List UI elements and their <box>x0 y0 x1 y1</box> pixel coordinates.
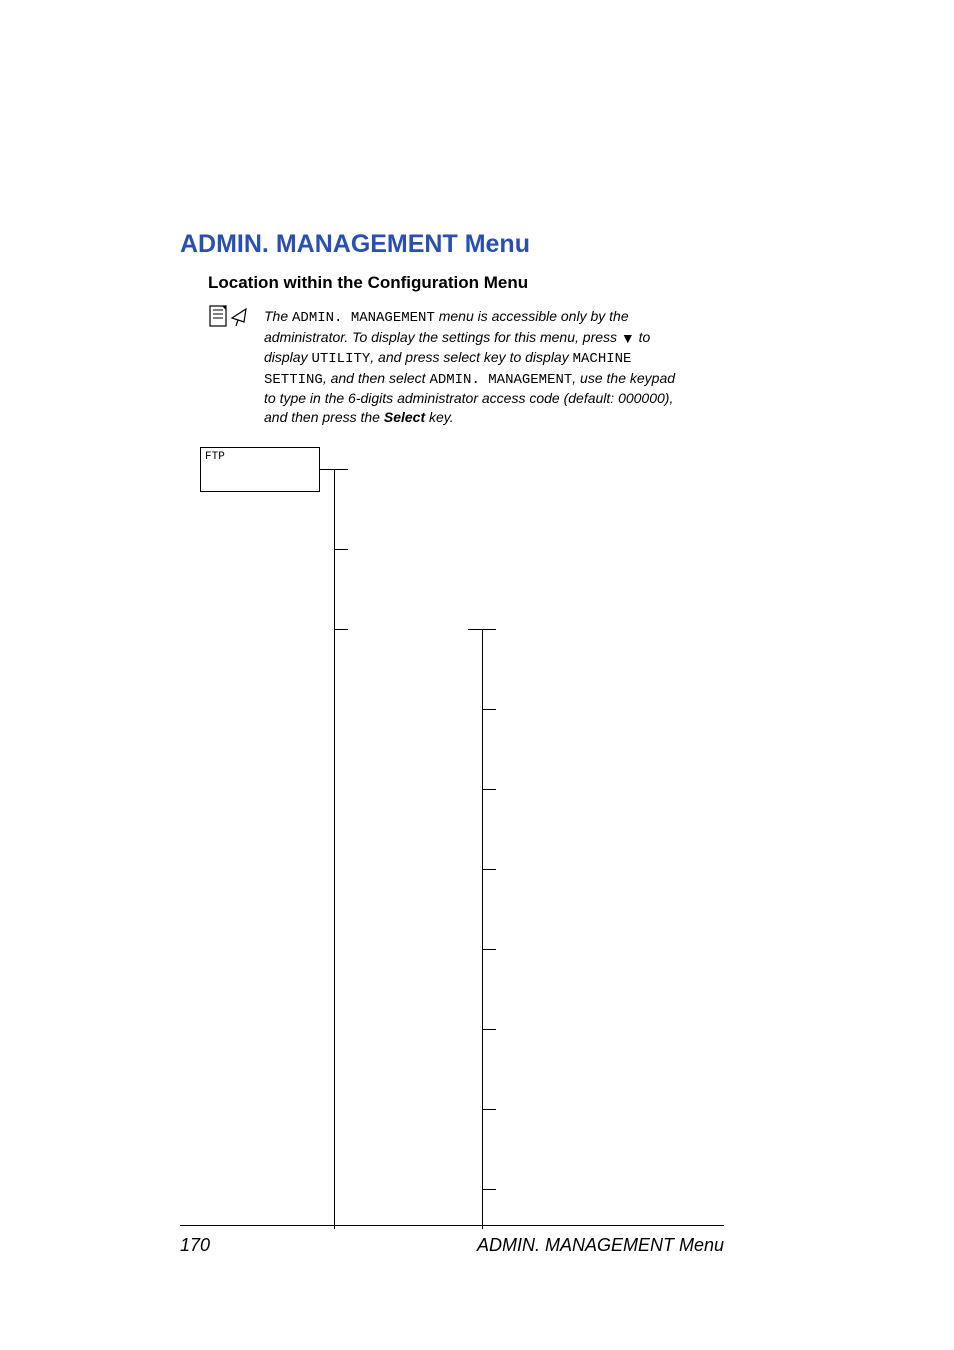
note-icon <box>208 304 248 333</box>
menu-tree-diagram: ADMIN. MANAGE-MENT ADMINISTRATOR NO. REM… <box>200 447 774 1257</box>
footer-rule <box>180 1225 724 1226</box>
down-arrow-icon: ▼ <box>621 329 635 348</box>
box-ftp: FTP <box>200 447 320 492</box>
page-title: ADMIN. MANAGEMENT Menu <box>180 230 774 259</box>
note-block: The ADMIN. MANAGEMENT menu is accessible… <box>208 307 774 427</box>
section-heading: Location within the Configuration Menu <box>208 273 774 293</box>
page-footer: 170 ADMIN. MANAGEMENT Menu <box>180 1235 724 1256</box>
note-text: The ADMIN. MANAGEMENT menu is accessible… <box>264 307 684 427</box>
footer-title: ADMIN. MANAGEMENT Menu <box>477 1235 724 1256</box>
page-number: 170 <box>180 1235 210 1256</box>
